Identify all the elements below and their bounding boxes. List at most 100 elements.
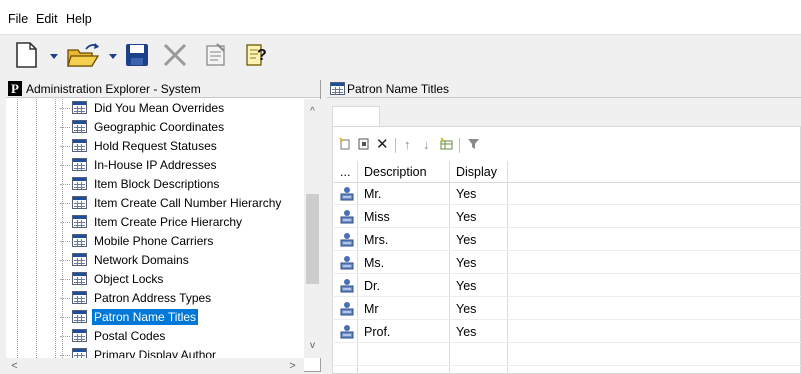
record-icon bbox=[339, 209, 355, 224]
delete-icon[interactable] bbox=[162, 40, 188, 70]
table-row[interactable]: Miss Yes bbox=[334, 206, 801, 228]
tree-item-label: Postal Codes bbox=[94, 329, 166, 343]
tree-item-label: Item Create Call Number Hierarchy bbox=[94, 196, 282, 210]
table-row-empty[interactable] bbox=[334, 344, 801, 366]
cell-description: Ms. bbox=[364, 256, 385, 270]
toolbar-separator bbox=[459, 138, 460, 153]
explorer-title: Administration Explorer - System bbox=[26, 82, 201, 96]
record-icon bbox=[339, 255, 355, 270]
table-row[interactable]: Ms. Yes bbox=[334, 252, 801, 274]
tree-vertical-scrollbar[interactable]: ^ v bbox=[304, 99, 321, 358]
cell-display: Yes bbox=[456, 256, 477, 270]
polaris-logo-icon: P bbox=[8, 81, 22, 96]
table-row[interactable]: Prof. Yes bbox=[334, 321, 801, 343]
record-icon bbox=[339, 186, 355, 201]
table-icon bbox=[72, 215, 87, 228]
cell-display: Yes bbox=[456, 279, 477, 293]
column-header-display[interactable]: Display bbox=[456, 161, 497, 183]
table-icon bbox=[72, 101, 87, 114]
cell-description: Mrs. bbox=[364, 233, 389, 247]
table-row[interactable]: Mrs. Yes bbox=[334, 229, 801, 251]
copy-row-icon[interactable] bbox=[358, 137, 370, 155]
move-down-icon[interactable]: ↓ bbox=[423, 137, 430, 153]
explorer-tree: Did You Mean Overrides Geographic Coordi… bbox=[6, 99, 304, 358]
record-icon bbox=[339, 232, 355, 247]
cell-display: Yes bbox=[456, 210, 477, 224]
scroll-left-arrow-icon[interactable]: < bbox=[6, 358, 23, 374]
tree-guide-line bbox=[55, 99, 56, 358]
table-row[interactable]: Dr. Yes bbox=[334, 275, 801, 297]
tree-item-label: Geographic Coordinates bbox=[94, 120, 225, 134]
column-header-selector[interactable]: ... bbox=[340, 161, 350, 183]
new-dropdown-arrow-icon[interactable] bbox=[49, 40, 59, 70]
toolbar-separator bbox=[395, 138, 396, 153]
main-toolbar: ? bbox=[0, 35, 801, 75]
table-icon bbox=[72, 139, 87, 152]
scroll-thumb[interactable] bbox=[306, 194, 319, 284]
cell-description: Dr. bbox=[364, 279, 380, 293]
grid-header: ... Description Display bbox=[334, 161, 801, 183]
cell-description: Miss bbox=[364, 210, 390, 224]
tree-item-label: In-House IP Addresses bbox=[94, 158, 217, 172]
table-icon bbox=[72, 120, 87, 133]
help-icon[interactable]: ? bbox=[244, 40, 270, 70]
tree-item-label: Item Block Descriptions bbox=[94, 177, 220, 191]
new-row-icon[interactable] bbox=[339, 137, 351, 155]
cell-description: Mr bbox=[364, 302, 379, 316]
tree-horizontal-scrollbar[interactable]: < > bbox=[6, 358, 304, 374]
table-icon bbox=[72, 291, 87, 304]
open-dropdown-arrow-icon[interactable] bbox=[108, 40, 118, 70]
table-icon bbox=[72, 177, 87, 190]
column-header-description[interactable]: Description bbox=[364, 161, 427, 183]
table-icon bbox=[330, 82, 345, 95]
menu-bar: File Edit Help bbox=[0, 0, 801, 35]
record-icon bbox=[339, 301, 355, 316]
table-icon bbox=[72, 196, 87, 209]
tree-item-label: Object Locks bbox=[94, 272, 164, 286]
cell-display: Yes bbox=[456, 233, 477, 247]
table-icon bbox=[72, 158, 87, 171]
tree-item-label: Item Create Price Hierarchy bbox=[94, 215, 243, 229]
cell-description: Mr. bbox=[364, 187, 382, 201]
explorer-header: P Administration Explorer - System bbox=[6, 80, 320, 98]
record-icon bbox=[339, 278, 355, 293]
tree-item-label: Did You Mean Overrides bbox=[94, 101, 225, 115]
tree-guide-line bbox=[62, 99, 63, 358]
svg-text:?: ? bbox=[257, 47, 267, 64]
scroll-right-arrow-icon[interactable]: > bbox=[284, 358, 301, 374]
cell-display: Yes bbox=[456, 302, 477, 316]
open-folder-icon[interactable] bbox=[66, 40, 102, 70]
tree-guide-line bbox=[17, 99, 18, 358]
detail-content: ✕ ↑ ↓ ... Description Display Mr. Yes Mi… bbox=[332, 126, 801, 374]
table-row[interactable]: Mr. Yes bbox=[334, 183, 801, 205]
table-row[interactable]: Mr Yes bbox=[334, 298, 801, 320]
delete-row-icon[interactable]: ✕ bbox=[376, 137, 389, 153]
tree-item-label: Network Domains bbox=[94, 253, 189, 267]
tree-guide-line bbox=[36, 99, 37, 358]
table-icon bbox=[72, 253, 87, 266]
table-view-icon[interactable] bbox=[440, 137, 454, 155]
move-up-icon[interactable]: ↑ bbox=[404, 137, 411, 153]
detail-panel: Patron Name Titles ✕ ↑ ↓ ... Description… bbox=[327, 80, 801, 374]
tree-item-label: Primary Display Author bbox=[94, 348, 217, 358]
cell-display: Yes bbox=[456, 187, 477, 201]
explorer-panel: P Administration Explorer - System Did Y… bbox=[6, 80, 321, 374]
properties-icon[interactable] bbox=[204, 40, 228, 70]
record-icon bbox=[339, 324, 355, 339]
table-icon bbox=[72, 348, 87, 358]
filter-icon[interactable] bbox=[467, 137, 480, 155]
detail-tab[interactable] bbox=[332, 106, 380, 126]
cell-display: Yes bbox=[456, 325, 477, 339]
table-icon bbox=[72, 310, 87, 323]
tree-item-label: Patron Name Titles bbox=[92, 309, 199, 325]
menu-file[interactable]: File bbox=[8, 12, 28, 26]
save-icon[interactable] bbox=[124, 40, 150, 70]
menu-edit[interactable]: Edit bbox=[36, 12, 58, 26]
grid-toolbar: ✕ ↑ ↓ bbox=[333, 135, 800, 157]
scroll-down-arrow-icon[interactable]: v bbox=[304, 337, 321, 354]
tree-item-label: Patron Address Types bbox=[94, 291, 212, 305]
scroll-up-arrow-icon[interactable]: ^ bbox=[304, 103, 321, 120]
menu-help[interactable]: Help bbox=[66, 12, 92, 26]
new-document-icon[interactable] bbox=[13, 40, 41, 70]
table-icon bbox=[72, 234, 87, 247]
